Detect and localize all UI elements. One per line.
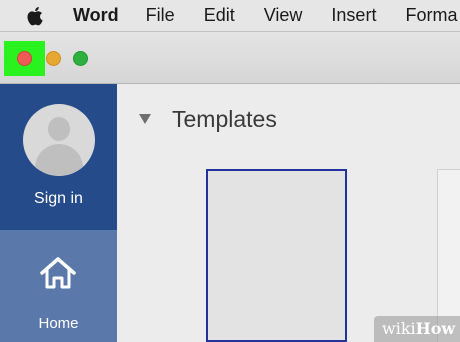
sidebar: Sign in Home	[0, 84, 117, 342]
menu-format[interactable]: Forma	[405, 0, 457, 31]
sidebar-item-sign-in[interactable]: Sign in	[0, 84, 117, 230]
sidebar-item-home[interactable]: Home	[0, 230, 117, 342]
watermark: wikiHow	[374, 316, 460, 342]
minimize-window-button[interactable]	[46, 51, 61, 66]
menu-bar: Word File Edit View Insert Forma	[0, 0, 460, 31]
watermark-suffix: How	[415, 319, 456, 338]
blank-document-template[interactable]	[206, 169, 347, 342]
avatar-icon	[23, 104, 95, 176]
menu-view[interactable]: View	[264, 0, 303, 31]
sign-in-label: Sign in	[34, 190, 83, 207]
home-icon	[40, 257, 76, 289]
watermark-prefix: wiki	[382, 319, 416, 338]
menu-edit[interactable]: Edit	[204, 0, 235, 31]
collapse-triangle-icon[interactable]	[139, 114, 151, 124]
templates-heading: Templates	[172, 106, 277, 132]
menu-file[interactable]: File	[146, 0, 175, 31]
window-title-bar	[0, 31, 460, 84]
apple-logo-icon[interactable]	[25, 5, 47, 27]
main-panel: Templates	[117, 84, 460, 342]
close-window-button[interactable]	[17, 51, 32, 66]
menu-word[interactable]: Word	[73, 0, 119, 31]
zoom-window-button[interactable]	[73, 51, 88, 66]
home-label: Home	[38, 315, 79, 332]
menu-insert[interactable]: Insert	[331, 0, 376, 31]
